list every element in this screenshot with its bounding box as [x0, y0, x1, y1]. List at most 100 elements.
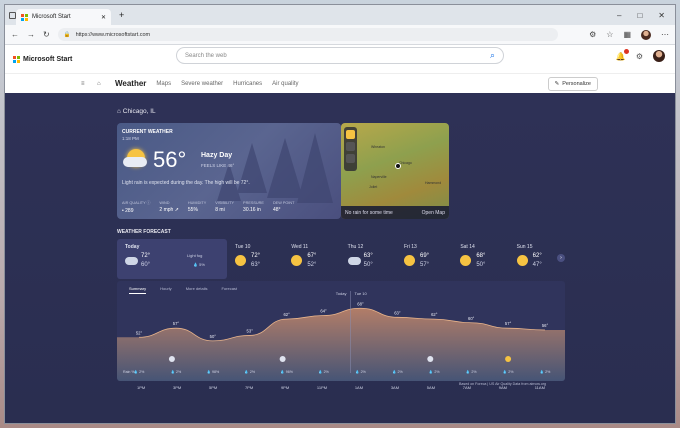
day-card[interactable]: Today 72° 60° Light fog 💧 5%: [117, 239, 227, 279]
radar-map[interactable]: Chicago Naperville Joliet Wheaton Hammon…: [341, 123, 449, 219]
open-map-link[interactable]: Open Map: [422, 210, 445, 216]
hour-label: 1AM: [354, 385, 364, 390]
precip-label: 💧 2%: [429, 369, 440, 374]
map-label-naperville: Naperville: [371, 175, 387, 179]
day-card[interactable]: Tue 10 72° 63°: [227, 239, 283, 279]
map-status: No rain for some time: [345, 209, 393, 216]
nav-maps[interactable]: Maps: [156, 81, 171, 87]
day-card[interactable]: Thu 12 63° 50°: [340, 239, 396, 279]
favorites-icon[interactable]: ☆: [606, 30, 613, 39]
day-card[interactable]: Fri 13 69° 57°: [396, 239, 452, 279]
stat-humidity: HUMIDITY 55%: [187, 201, 207, 213]
day-high: 62°: [532, 253, 542, 259]
day-precip: 💧 5%: [193, 262, 205, 267]
day-card[interactable]: Sat 14 68° 50°: [452, 239, 508, 279]
temp-point-label: 64°: [320, 309, 327, 314]
day-high: 69°: [419, 253, 430, 259]
stat-air-quality[interactable]: AIR QUALITY ⓘ • 289: [122, 201, 150, 214]
day-name: Today: [125, 244, 140, 250]
lock-icon: 🔒: [63, 31, 71, 38]
close-window-button[interactable]: ✕: [658, 11, 665, 20]
precip-label: 💧 98%: [206, 369, 219, 374]
temp-point-label: 68°: [357, 301, 364, 306]
daily-forecast: Today 72° 60° Light fog 💧 5% Tue 10 72° 63…: [117, 239, 565, 279]
weather-main: ⌂ Chicago, IL CURRENT WEATHER 1:18 PM 56…: [5, 93, 675, 423]
minimize-button[interactable]: –: [617, 11, 621, 20]
brand[interactable]: Microsoft Start: [13, 55, 73, 63]
temperature-area-plot[interactable]: Today Tue 10 52° 💧 2% 57° 💧 2% 50° 💧 98% 53° 💧 2%…: [117, 281, 565, 381]
forecast-title: WEATHER FORECAST: [117, 229, 171, 235]
settings-gear-icon[interactable]: ⚙: [636, 52, 643, 61]
user-avatar[interactable]: [653, 50, 665, 62]
precip-label: 💧 2%: [244, 369, 255, 374]
tab-actions-icon[interactable]: [9, 11, 16, 19]
nav-air-quality[interactable]: Air quality: [272, 81, 298, 87]
new-tab-button[interactable]: +: [119, 10, 124, 20]
profile-avatar[interactable]: [641, 29, 651, 40]
refresh-icon[interactable]: ↻: [43, 30, 50, 39]
location[interactable]: ⌂ Chicago, IL: [117, 108, 156, 115]
sun-icon: [235, 255, 246, 266]
collections-icon[interactable]: ▦: [623, 30, 631, 39]
marker-today-label: Today: [336, 291, 347, 296]
location-pin-icon: [395, 163, 401, 169]
nav-severe-weather[interactable]: Severe weather: [181, 81, 223, 87]
sun-icon: [516, 255, 528, 266]
hour-label: 3PM: [172, 385, 182, 390]
day-high: 72°: [251, 253, 261, 259]
url-field[interactable]: 🔒 https://www.microsoftstart.com: [57, 28, 558, 41]
current-label: CURRENT WEATHER: [122, 129, 173, 135]
browser-window: Microsoft Start ✕ + – □ ✕ ← → ↻ 🔒 https:…: [4, 4, 676, 424]
day-low: 50°: [476, 262, 486, 268]
day-high: 68°: [476, 253, 486, 259]
precip-label: 💧 2%: [318, 369, 329, 374]
microsoft-logo-icon: [21, 13, 28, 21]
nav-title: Weather: [115, 79, 147, 88]
microsoft-logo-icon: [13, 55, 20, 63]
close-tab-icon[interactable]: ✕: [101, 14, 106, 21]
temp-point-label: 53°: [247, 328, 254, 333]
browser-tab[interactable]: Microsoft Start ✕: [16, 9, 111, 25]
map-label-joliet: Joliet: [369, 185, 378, 189]
hour-label: 7PM: [244, 385, 254, 390]
extensions-icon[interactable]: ⚙: [589, 30, 596, 39]
next-days-arrow-icon[interactable]: ›: [557, 254, 565, 262]
current-weather-card[interactable]: CURRENT WEATHER 1:18 PM 56° Hazy Day FEE…: [117, 123, 341, 219]
back-icon[interactable]: ←: [11, 30, 19, 39]
nav-hurricanes[interactable]: Hurricanes: [233, 81, 262, 87]
day-low: 60°: [141, 262, 151, 268]
temp-point-label: 57°: [505, 321, 512, 326]
precip-label: 💧 2%: [503, 369, 514, 374]
stat-dew-point: DEW POINT 48°: [272, 201, 295, 213]
day-name: Thu 12: [347, 244, 364, 250]
menu-icon[interactable]: ≡: [81, 81, 85, 87]
day-low: 50°: [363, 262, 373, 268]
day-name: Sat 14: [460, 244, 475, 250]
temp-point-label: 57°: [173, 321, 180, 326]
temperature-layer-icon[interactable]: [346, 130, 355, 139]
temperature-area: [117, 308, 565, 381]
day-card[interactable]: Wed 11 67° 52°: [283, 239, 339, 279]
temp-point-label: 52°: [136, 330, 143, 335]
maximize-button[interactable]: □: [637, 11, 642, 20]
data-source: Based on Foreca | US Air Quality Data fr…: [459, 382, 547, 386]
forward-icon[interactable]: →: [27, 30, 35, 39]
weather-description: Light rain is expected during the day. T…: [122, 180, 250, 186]
more-icon[interactable]: ⋯: [661, 30, 669, 39]
home-icon[interactable]: ⌂: [97, 81, 101, 87]
personalize-button[interactable]: ✎ Personalize: [547, 77, 598, 91]
wind-layer-icon[interactable]: [346, 154, 355, 163]
precip-layer-icon[interactable]: [346, 142, 355, 151]
cloud-icon: [168, 356, 175, 362]
precip-label: 💧 2%: [134, 369, 145, 374]
hour-label: 5AM: [426, 385, 436, 390]
day-caption: Light fog: [187, 253, 203, 258]
brand-name: Microsoft Start: [23, 55, 73, 63]
day-name: Tue 10: [235, 244, 251, 250]
hour-label: 11PM: [316, 385, 328, 390]
notification-bell-icon[interactable]: 🔔: [616, 48, 629, 61]
map-layer-tools: [344, 127, 357, 171]
search-icon[interactable]: ⌕: [490, 50, 495, 61]
cloud-icon: [427, 356, 434, 362]
search-input[interactable]: Search the web ⌕: [176, 47, 504, 64]
